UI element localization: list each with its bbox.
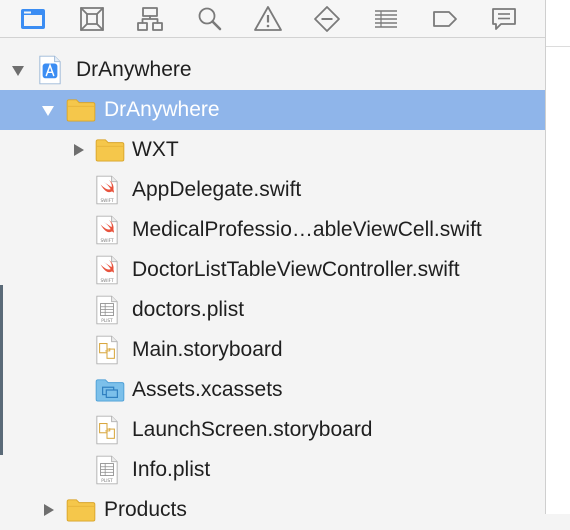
disclosure-expanded-icon[interactable] bbox=[10, 62, 26, 78]
debug-navigator-button[interactable] bbox=[368, 0, 403, 37]
storyboard-file-icon bbox=[95, 415, 119, 445]
tree-item-label: Info.plist bbox=[132, 458, 211, 481]
svg-text:PLIST: PLIST bbox=[101, 318, 113, 323]
report-navigator-icon bbox=[489, 4, 519, 34]
editor-divider bbox=[546, 46, 570, 47]
folder-icon bbox=[66, 498, 96, 522]
test-navigator-button[interactable] bbox=[309, 0, 344, 37]
issue-navigator-button[interactable] bbox=[251, 0, 286, 37]
tree-file-row[interactable]: Main.storyboard bbox=[0, 330, 545, 370]
svg-text:SWIFT: SWIFT bbox=[100, 278, 113, 283]
asset-catalog-icon bbox=[95, 378, 125, 402]
tree-group-row[interactable]: WXT bbox=[0, 130, 545, 170]
tree-item-label: DrAnywhere bbox=[76, 58, 192, 81]
tree-group-row[interactable]: Products bbox=[0, 490, 545, 530]
plist-file-icon: PLIST bbox=[95, 295, 119, 325]
svg-text:SWIFT: SWIFT bbox=[100, 198, 113, 203]
folder-icon bbox=[66, 98, 96, 122]
swift-file-icon: SWIFT bbox=[95, 255, 119, 285]
report-navigator-button[interactable] bbox=[486, 0, 521, 37]
swift-file-icon: SWIFT bbox=[95, 175, 119, 205]
tree-file-row[interactable]: Assets.xcassets bbox=[0, 370, 545, 410]
tree-item-label: Products bbox=[104, 498, 187, 521]
navigator-toolbar bbox=[0, 0, 545, 38]
source-control-navigator-button[interactable] bbox=[74, 0, 109, 37]
test-navigator-icon bbox=[312, 4, 342, 34]
find-navigator-icon bbox=[194, 4, 224, 34]
tree-file-row[interactable]: SWIFT DoctorListTableViewController.swif… bbox=[0, 250, 545, 290]
disclosure-expanded-icon[interactable] bbox=[40, 102, 56, 118]
tree-file-row[interactable]: PLIST Info.plist bbox=[0, 450, 545, 490]
tree-item-label: doctors.plist bbox=[132, 298, 245, 321]
tree-item-label: Main.storyboard bbox=[132, 338, 283, 361]
plist-file-icon: PLIST bbox=[95, 455, 119, 485]
disclosure-collapsed-icon[interactable] bbox=[40, 502, 56, 518]
tree-item-label: AppDelegate.swift bbox=[132, 178, 302, 201]
project-navigator-tree: DrAnywhere DrAnywhere WXT SWIFT AppDelegat… bbox=[0, 50, 545, 530]
symbol-navigator-button[interactable] bbox=[133, 0, 168, 37]
symbol-navigator-icon bbox=[135, 4, 165, 34]
tree-item-label: Assets.xcassets bbox=[132, 378, 283, 401]
tree-item-label: WXT bbox=[132, 138, 179, 161]
tree-item-label: LaunchScreen.storyboard bbox=[132, 418, 373, 441]
debug-navigator-icon bbox=[371, 4, 401, 34]
folder-icon bbox=[95, 138, 125, 162]
disclosure-collapsed-icon[interactable] bbox=[70, 142, 86, 158]
issue-navigator-icon bbox=[253, 4, 283, 34]
tree-group-row[interactable]: DrAnywhere bbox=[0, 90, 545, 130]
tree-file-row[interactable]: PLIST doctors.plist bbox=[0, 290, 545, 330]
tree-item-label: MedicalProfessio…ableViewCell.swift bbox=[132, 218, 482, 241]
tree-group-row[interactable]: DrAnywhere bbox=[0, 50, 545, 90]
tree-file-row[interactable]: SWIFT MedicalProfessio…ableViewCell.swif… bbox=[0, 210, 545, 250]
svg-text:SWIFT: SWIFT bbox=[100, 238, 113, 243]
tree-file-row[interactable]: SWIFT AppDelegate.swift bbox=[0, 170, 545, 210]
project-navigator-button[interactable] bbox=[15, 0, 50, 37]
tree-file-row[interactable]: LaunchScreen.storyboard bbox=[0, 410, 545, 450]
storyboard-file-icon bbox=[95, 335, 119, 365]
swift-file-icon: SWIFT bbox=[95, 215, 119, 245]
breakpoint-navigator-button[interactable] bbox=[427, 0, 462, 37]
tree-item-label: DoctorListTableViewController.swift bbox=[132, 258, 460, 281]
find-navigator-button[interactable] bbox=[192, 0, 227, 37]
svg-text:PLIST: PLIST bbox=[101, 478, 113, 483]
xcode-project-icon bbox=[38, 55, 62, 85]
breakpoint-navigator-icon bbox=[430, 4, 460, 34]
editor-area-edge bbox=[545, 0, 570, 514]
tree-item-label: DrAnywhere bbox=[104, 98, 220, 121]
source-control-navigator-icon bbox=[77, 4, 107, 34]
project-navigator-icon bbox=[18, 4, 48, 34]
